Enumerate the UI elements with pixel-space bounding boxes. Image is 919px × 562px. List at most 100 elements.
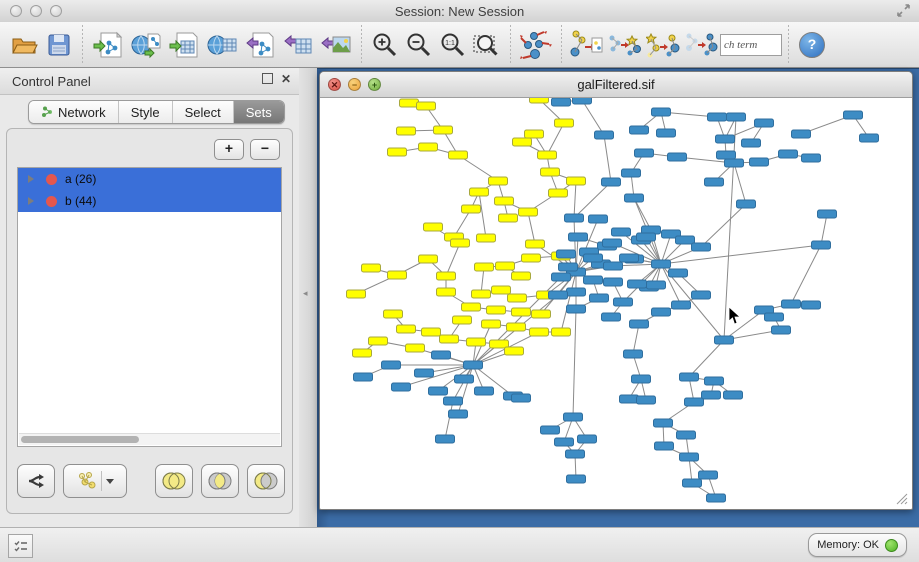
network-node-blue[interactable] (557, 250, 576, 258)
import-network-from-web-button[interactable] (127, 26, 165, 64)
network-node-blue[interactable] (549, 291, 568, 299)
network-node-blue[interactable] (541, 426, 560, 434)
network-node-blue[interactable] (630, 320, 649, 328)
network-node-blue[interactable] (622, 169, 641, 177)
network-node-yellow[interactable] (477, 234, 496, 242)
network-node-yellow[interactable] (397, 325, 416, 333)
network-node-yellow[interactable] (508, 294, 527, 302)
main-titlebar[interactable]: Session: New Session (0, 0, 919, 23)
network-node-yellow[interactable] (552, 328, 571, 336)
network-node-blue[interactable] (802, 154, 821, 162)
memory-status-button[interactable]: Memory: OK (808, 533, 907, 557)
network-node-blue[interactable] (692, 291, 711, 299)
network-node-blue[interactable] (630, 126, 649, 134)
apply-layout-button[interactable] (517, 26, 555, 64)
network-node-blue[interactable] (669, 269, 688, 277)
network-node-yellow[interactable] (437, 288, 456, 296)
network-node-blue[interactable] (647, 281, 666, 289)
network-node-blue[interactable] (436, 435, 455, 443)
network-node-blue[interactable] (792, 130, 811, 138)
network-node-blue[interactable] (625, 194, 644, 202)
network-node-blue[interactable] (604, 262, 623, 270)
network-node-blue[interactable] (655, 442, 674, 450)
network-node-blue[interactable] (812, 241, 831, 249)
network-node-blue[interactable] (632, 375, 651, 383)
network-node-yellow[interactable] (549, 189, 568, 197)
network-node-blue[interactable] (567, 475, 586, 483)
network-node-yellow[interactable] (495, 197, 514, 205)
network-node-yellow[interactable] (522, 254, 541, 262)
network-node-yellow[interactable] (475, 263, 494, 271)
network-node-blue[interactable] (567, 288, 586, 296)
network-node-yellow[interactable] (530, 328, 549, 336)
network-node-yellow[interactable] (353, 349, 372, 357)
network-node-blue[interactable] (672, 301, 691, 309)
help-button[interactable]: ? (799, 32, 825, 58)
collapse-arrow-icon[interactable]: ◂ (303, 288, 308, 299)
network-node-blue[interactable] (392, 383, 411, 391)
network-node-blue[interactable] (603, 239, 622, 247)
network-node-blue[interactable] (552, 273, 571, 281)
network-node-blue[interactable] (604, 278, 623, 286)
close-panel-icon[interactable]: ✕ (281, 73, 291, 85)
horizontal-scrollbar[interactable] (19, 433, 280, 445)
network-node-blue[interactable] (382, 361, 401, 369)
network-node-blue[interactable] (569, 233, 588, 241)
network-node-blue[interactable] (573, 98, 592, 104)
zoom-in-button[interactable] (368, 26, 402, 64)
hide-selected-button[interactable] (682, 26, 720, 64)
network-node-blue[interactable] (652, 108, 671, 116)
network-node-yellow[interactable] (419, 143, 438, 151)
network-node-yellow[interactable] (541, 168, 560, 176)
network-node-yellow[interactable] (347, 290, 366, 298)
network-node-yellow[interactable] (434, 126, 453, 134)
network-node-yellow[interactable] (462, 303, 481, 311)
network-node-blue[interactable] (652, 260, 671, 268)
network-node-yellow[interactable] (507, 323, 526, 331)
add-set-button[interactable]: + (214, 139, 244, 160)
network-node-yellow[interactable] (487, 306, 506, 314)
network-node-blue[interactable] (668, 153, 687, 161)
network-node-blue[interactable] (716, 135, 735, 143)
network-node-blue[interactable] (455, 375, 474, 383)
network-node-yellow[interactable] (388, 271, 407, 279)
network-node-blue[interactable] (635, 149, 654, 157)
tab-style[interactable]: Style (119, 101, 173, 123)
network-node-yellow[interactable] (492, 286, 511, 294)
network-node-blue[interactable] (464, 361, 483, 369)
sets-list[interactable]: a (26) b (44) (17, 167, 282, 447)
network-node-blue[interactable] (750, 158, 769, 166)
zoom-actual-size-button[interactable]: 1:1 (436, 26, 470, 64)
network-node-blue[interactable] (567, 305, 586, 313)
scrollbar-thumb[interactable] (21, 436, 139, 443)
network-node-blue[interactable] (565, 214, 584, 222)
network-node-yellow[interactable] (451, 239, 470, 247)
network-node-blue[interactable] (702, 391, 721, 399)
network-node-blue[interactable] (602, 178, 621, 186)
network-node-yellow[interactable] (525, 130, 544, 138)
network-node-yellow[interactable] (555, 119, 574, 127)
network-node-blue[interactable] (429, 387, 448, 395)
network-node-blue[interactable] (742, 139, 761, 147)
network-node-blue[interactable] (555, 438, 574, 446)
export-image-button[interactable] (317, 26, 355, 64)
network-node-yellow[interactable] (513, 138, 532, 146)
network-node-blue[interactable] (612, 228, 631, 236)
network-node-blue[interactable] (652, 308, 671, 316)
save-session-button[interactable] (42, 26, 76, 64)
network-node-blue[interactable] (699, 471, 718, 479)
network-node-yellow[interactable] (526, 240, 545, 248)
network-node-yellow[interactable] (462, 205, 481, 213)
network-node-yellow[interactable] (406, 344, 425, 352)
network-node-blue[interactable] (685, 398, 704, 406)
list-item-set-a[interactable]: a (26) (18, 168, 281, 190)
import-table-from-web-button[interactable] (203, 26, 241, 64)
task-history-button[interactable] (8, 534, 33, 558)
network-node-blue[interactable] (564, 413, 583, 421)
intersect-sets-button[interactable] (201, 464, 239, 498)
network-node-blue[interactable] (818, 210, 837, 218)
network-node-blue[interactable] (552, 98, 571, 106)
network-node-blue[interactable] (724, 391, 743, 399)
network-node-yellow[interactable] (489, 177, 508, 185)
tab-network[interactable]: Network (29, 101, 119, 123)
